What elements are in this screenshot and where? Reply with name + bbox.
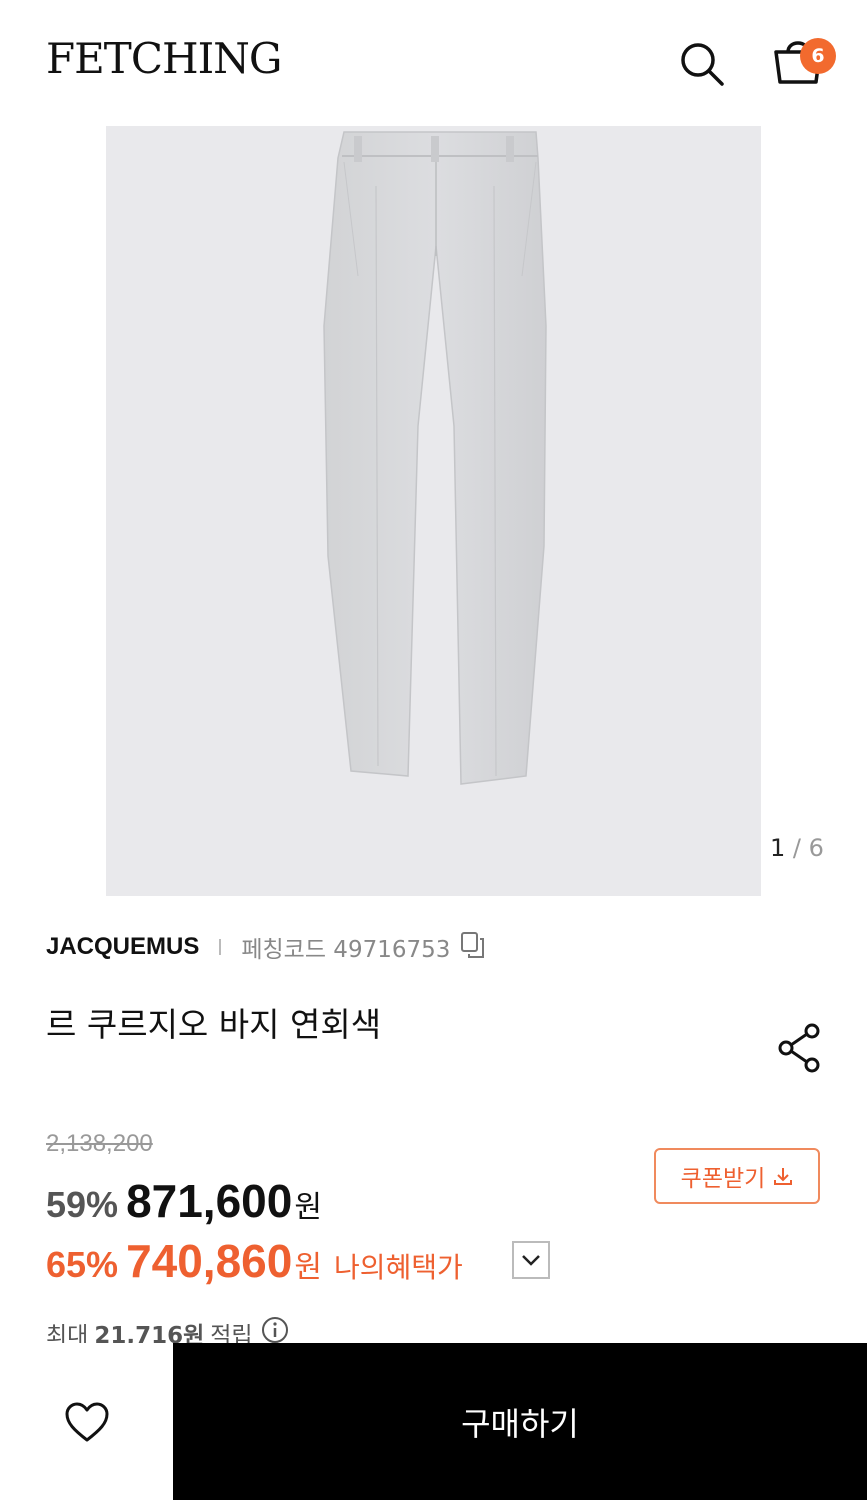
coupon-button-label: 쿠폰받기 bbox=[680, 1166, 766, 1192]
brand-row: JACQUEMUS 페칭코드 49716753 bbox=[46, 930, 486, 964]
share-button[interactable] bbox=[776, 1022, 824, 1074]
copy-code-button[interactable] bbox=[460, 931, 486, 963]
copy-icon bbox=[461, 932, 485, 958]
fetching-logo[interactable]: FETCHING bbox=[46, 38, 282, 80]
info-icon bbox=[261, 1317, 288, 1343]
cart-count-badge: 6 bbox=[800, 38, 836, 74]
image-counter: 1 / 6 bbox=[770, 834, 824, 862]
chevron-down-icon bbox=[522, 1255, 540, 1266]
benefit-price: 740,860 bbox=[126, 1235, 293, 1287]
product-title: 르 쿠르지오 바지 연회색 bbox=[46, 1005, 382, 1044]
benefit-details-toggle[interactable] bbox=[512, 1241, 550, 1279]
image-counter-current: 1 bbox=[770, 834, 786, 862]
download-icon bbox=[774, 1168, 793, 1185]
sale-discount-percent: 59% bbox=[46, 1184, 119, 1225]
benefit-price-row: 65% 740,860 원 나의혜택가 bbox=[46, 1234, 463, 1288]
currency-unit: 원 bbox=[294, 1190, 322, 1225]
image-counter-separator: / bbox=[792, 834, 802, 862]
sale-price-row: 59% 871,600 원 bbox=[46, 1174, 322, 1228]
sale-price: 871,600 bbox=[126, 1175, 293, 1227]
product-image-gallery[interactable] bbox=[106, 126, 761, 896]
my-benefit-label: 나의혜택가 bbox=[333, 1251, 463, 1284]
currency-unit: 원 bbox=[294, 1250, 322, 1285]
fetching-code: 페칭코드 49716753 bbox=[241, 937, 451, 963]
wishlist-button[interactable] bbox=[0, 1343, 173, 1500]
bottom-action-bar: 구매하기 bbox=[0, 1343, 867, 1500]
original-price: 2,138,200 bbox=[46, 1130, 153, 1157]
heart-icon bbox=[65, 1402, 108, 1441]
buy-now-button[interactable]: 구매하기 bbox=[173, 1343, 867, 1500]
search-button[interactable] bbox=[676, 38, 728, 90]
brand-name[interactable]: JACQUEMUS bbox=[46, 933, 199, 961]
top-header: FETCHING 6 bbox=[0, 0, 867, 126]
image-counter-total: 6 bbox=[808, 834, 824, 862]
get-coupon-button[interactable]: 쿠폰받기 bbox=[654, 1148, 820, 1204]
product-image bbox=[323, 131, 547, 785]
benefit-discount-percent: 65% bbox=[46, 1244, 119, 1285]
search-icon bbox=[681, 43, 724, 86]
share-icon bbox=[778, 1023, 820, 1073]
divider bbox=[219, 939, 222, 955]
